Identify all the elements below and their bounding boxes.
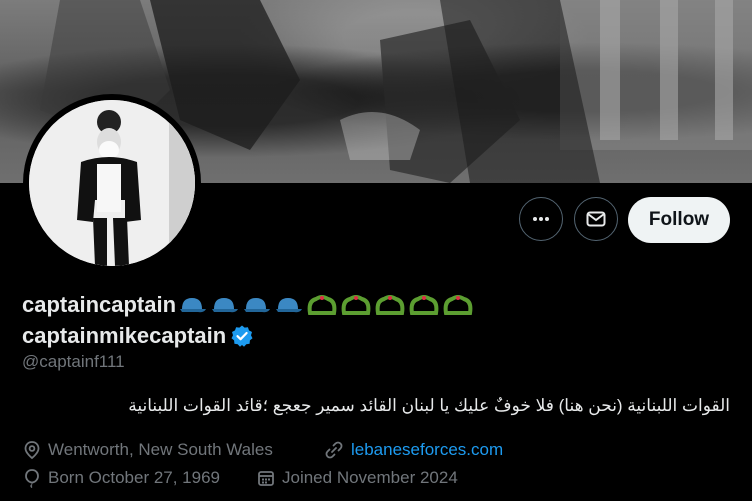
blue-cap-emoji-icon — [276, 298, 303, 313]
joined-item: Joined November 2024 — [256, 468, 458, 488]
blue-cap-emoji-icon — [244, 298, 271, 313]
user-handle: @captainf111 — [22, 352, 125, 371]
cedar-emoji-icon — [375, 295, 405, 315]
cedar-emoji-icon — [409, 295, 439, 315]
profile-bio: القوات اللبنانية (نحن هنا) فلا خوفٌ عليك… — [128, 396, 730, 415]
location-pin-icon — [24, 441, 40, 460]
cedar-emoji-icon — [341, 295, 371, 315]
location-item: Wentworth, New South Wales — [22, 440, 273, 460]
display-name-line2: captainmikecaptain — [22, 323, 227, 348]
birthday-item: Born October 27, 1969 — [22, 468, 220, 488]
follow-button[interactable]: Follow — [628, 197, 730, 243]
location-text: Wentworth, New South Wales — [48, 440, 273, 459]
display-name-line1: captaincaptain — [22, 292, 177, 317]
calendar-icon — [258, 471, 274, 486]
display-name-continued: captainmikecaptain — [22, 321, 254, 351]
avatar[interactable] — [29, 100, 195, 266]
blue-cap-emoji-icon — [180, 298, 207, 313]
balloon-icon — [25, 469, 39, 488]
more-button[interactable] — [519, 197, 563, 241]
website-item[interactable]: lebaneseforces.com — [323, 440, 503, 460]
cedar-emoji-icon — [443, 295, 473, 315]
joined-text: Joined November 2024 — [282, 468, 458, 487]
cedar-emoji-icon — [307, 295, 337, 315]
blue-cap-emoji-icon — [212, 298, 239, 313]
display-name: captaincaptain — [22, 289, 476, 321]
avatar-image — [29, 100, 195, 266]
message-button[interactable] — [574, 197, 618, 241]
website-link[interactable]: lebaneseforces.com — [351, 440, 503, 460]
verified-badge-icon[interactable] — [230, 324, 254, 348]
mail-icon — [586, 211, 606, 227]
name-emojis — [178, 293, 476, 317]
birthday-text: Born October 27, 1969 — [48, 468, 221, 487]
more-icon — [533, 217, 549, 221]
link-icon — [325, 441, 343, 459]
